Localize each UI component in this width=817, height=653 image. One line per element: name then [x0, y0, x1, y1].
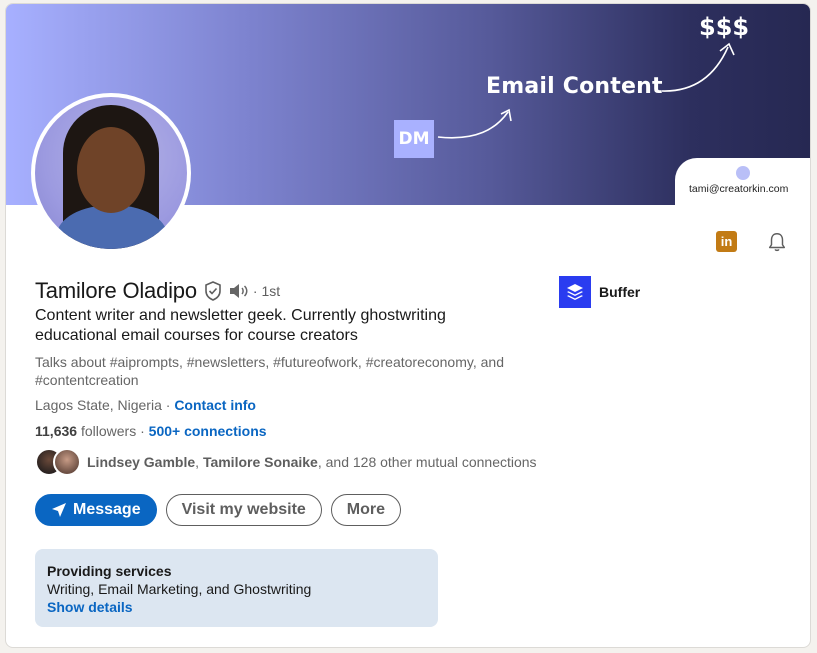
location-separator: ·	[161, 397, 175, 413]
banner-headline: Email Content	[486, 74, 663, 99]
mutual-avatars	[35, 448, 81, 476]
profile-card: DM Email Content $$$ tami@creatorkin.com…	[5, 3, 811, 648]
profile-actions: Message Visit my website More	[35, 494, 402, 526]
mutual-connections[interactable]: Lindsey Gamble, Tamilore Sonaike, and 12…	[35, 448, 537, 476]
more-button[interactable]: More	[330, 494, 402, 526]
connections-separator: ·	[136, 423, 149, 439]
avatar-photo	[35, 97, 187, 249]
more-label: More	[346, 501, 386, 518]
send-icon	[52, 503, 66, 517]
company-name: Buffer	[599, 284, 641, 300]
banner-email: tami@creatorkin.com	[689, 183, 789, 195]
banner-email-pill: tami@creatorkin.com	[675, 158, 810, 208]
followers-count: 11,636	[35, 423, 78, 439]
name-row: Tamilore Oladipo · 1st	[35, 278, 280, 304]
mutual-rest: , and 128 other mutual connections	[317, 454, 537, 470]
connection-degree: · 1st	[252, 283, 281, 299]
services-list: Writing, Email Marketing, and Ghostwriti…	[47, 581, 312, 597]
mutual-connections-text: Lindsey Gamble, Tamilore Sonaike, and 12…	[87, 454, 537, 470]
banner-money: $$$	[699, 13, 750, 41]
talks-about: Talks about #aiprompts, #newsletters, #f…	[35, 354, 504, 388]
visit-website-label: Visit my website	[181, 501, 306, 518]
location-row: Lagos State, Nigeria · Contact info	[35, 397, 256, 413]
followers-label: followers	[77, 423, 137, 439]
services-title: Providing services	[47, 563, 172, 579]
message-label: Message	[73, 501, 141, 518]
avatar	[53, 448, 81, 476]
show-details-link[interactable]: Show details	[47, 599, 426, 615]
bell-icon[interactable]	[766, 231, 788, 253]
mutual-name-2: Tamilore Sonaike	[202, 454, 318, 470]
banner-dm-badge: DM	[394, 120, 434, 158]
profile-name: Tamilore Oladipo	[35, 278, 197, 303]
linkedin-icon[interactable]: in	[716, 231, 737, 252]
profile-avatar[interactable]	[31, 93, 191, 253]
speaker-icon[interactable]	[229, 283, 249, 299]
visit-website-button[interactable]: Visit my website	[165, 494, 322, 526]
mutual-name-1: Lindsey Gamble	[87, 454, 196, 470]
current-company[interactable]: Buffer	[559, 276, 640, 308]
followers-row: 11,636 followers · 500+ connections	[35, 423, 267, 439]
location: Lagos State, Nigeria	[35, 397, 162, 413]
message-button[interactable]: Message	[35, 494, 157, 526]
connections-link[interactable]: 500+ connections	[149, 423, 267, 439]
contact-info-link[interactable]: Contact info	[174, 397, 256, 413]
providing-services-card: Providing services Writing, Email Market…	[35, 549, 438, 627]
buffer-logo-icon	[559, 276, 591, 308]
smiley-icon	[736, 166, 750, 180]
verified-shield-icon[interactable]	[204, 281, 222, 301]
profile-headline: Content writer and newsletter geek. Curr…	[35, 307, 446, 344]
